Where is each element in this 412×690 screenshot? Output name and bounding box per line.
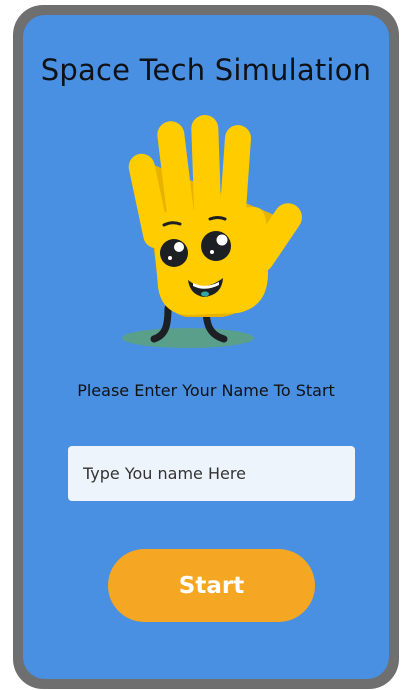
name-prompt-text: Please Enter Your Name To Start xyxy=(77,381,335,400)
name-input[interactable] xyxy=(68,446,355,501)
device-frame: Space Tech Simulation Please Enter Your … xyxy=(13,5,399,689)
waving-hand-mascot-icon xyxy=(122,115,302,348)
start-button[interactable]: Start xyxy=(108,549,315,622)
page-title: Space Tech Simulation xyxy=(40,53,372,87)
app-screen: Space Tech Simulation Please Enter Your … xyxy=(23,15,389,679)
